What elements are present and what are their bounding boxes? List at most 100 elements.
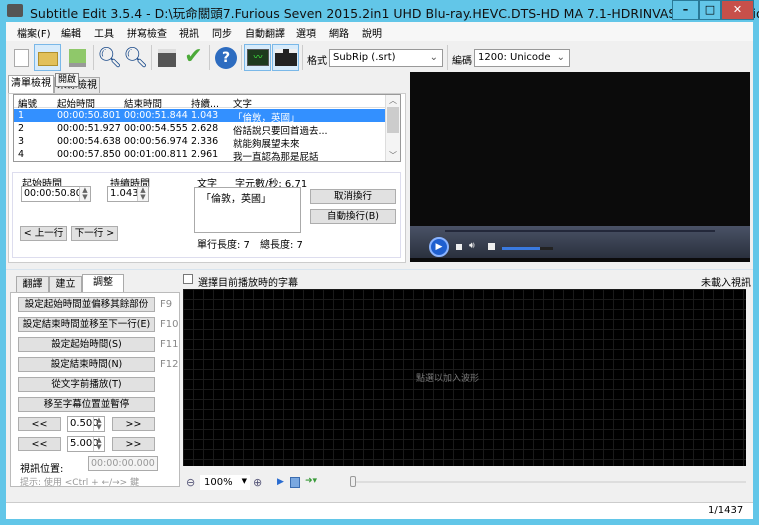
title-bar: Subtitle Edit 3.5.4 - D:\玩命關頭7.Furious S… <box>0 0 759 22</box>
subtitle-text-input[interactable]: 「倫敦，英國」 <box>194 187 301 233</box>
cell-text: 我一直認為那是屁話 <box>233 152 319 163</box>
visual-sync-icon[interactable] <box>153 44 180 71</box>
tab-adjust[interactable]: 調整 <box>82 274 124 293</box>
open-folder-icon[interactable] <box>34 44 61 71</box>
menu-tools[interactable]: 工具 <box>94 25 114 40</box>
waveform-placeholder: 點選以加入波形 <box>416 374 480 384</box>
col-end[interactable]: 結束時間 <box>124 96 162 110</box>
col-text[interactable]: 文字 <box>233 96 252 110</box>
single-line-length: 單行長度: 7 <box>197 240 250 251</box>
cell-duration: 2.628 <box>191 123 219 134</box>
cell-end: 00:01:00.811 <box>124 149 188 160</box>
video-seek-bar[interactable] <box>445 230 715 232</box>
splitter[interactable] <box>6 269 753 270</box>
waveform-position-slider[interactable] <box>355 481 746 483</box>
maximize-button[interactable]: □ <box>699 0 721 20</box>
zoom-out-icon[interactable]: ⊖ <box>186 476 195 489</box>
slider-thumb[interactable] <box>350 476 356 487</box>
help-icon[interactable]: ? <box>212 44 239 71</box>
set-end-button[interactable]: 設定結束時間(N) <box>18 357 155 372</box>
video-toggle-icon[interactable] <box>272 44 299 71</box>
minimize-button[interactable]: – <box>672 0 699 20</box>
cell-duration: 2.336 <box>191 136 219 147</box>
tab-create[interactable]: 建立 <box>49 276 82 293</box>
encoding-select[interactable]: 1200: Unicode ⌄ <box>474 49 570 67</box>
zoom-select[interactable]: 100% ▼ <box>200 475 250 490</box>
replace-icon[interactable]: 🔍︎ <box>122 44 149 71</box>
set-start-button[interactable]: 設定起始時間(S) <box>18 337 155 352</box>
col-duration[interactable]: 持續... <box>191 96 219 110</box>
list-header: 編號 起始時間 結束時間 持續... 文字 <box>14 95 385 110</box>
new-file-icon[interactable] <box>8 44 35 71</box>
cell-number: 3 <box>18 136 25 147</box>
previous-line-button[interactable]: < 上一行 <box>20 226 67 241</box>
total-length: 總長度: 7 <box>260 240 303 251</box>
fullscreen-icon[interactable] <box>488 243 495 250</box>
large-step-spinner[interactable]: ▲ ▼ <box>93 437 104 451</box>
find-icon[interactable]: 🔍︎ <box>96 44 123 71</box>
duration-spinner[interactable]: ▲ ▼ <box>137 187 148 201</box>
next-line-button[interactable]: 下一行 > <box>71 226 118 241</box>
cell-end: 00:00:54.555 <box>124 123 188 134</box>
menu-help[interactable]: 說明 <box>362 25 382 40</box>
chevron-down-icon: ▼ <box>241 477 247 485</box>
set-end-next-button[interactable]: 設定結束時間並移至下一行(E) <box>18 317 155 332</box>
col-number[interactable]: 編號 <box>18 96 37 110</box>
cell-end: 00:00:51.844 <box>124 110 188 121</box>
play-icon[interactable]: ▶ <box>429 237 449 257</box>
volume-icon[interactable]: 🔊︎ <box>469 241 475 251</box>
menu-file[interactable]: 檔案(F) <box>17 25 51 40</box>
menu-options[interactable]: 選項 <box>296 25 316 40</box>
zoom-in-icon[interactable]: ⊕ <box>253 476 262 489</box>
waveform-toggle-icon[interactable]: 〰 <box>244 44 271 71</box>
spellcheck-icon[interactable]: ✔ <box>180 44 207 71</box>
volume-slider[interactable] <box>502 247 553 250</box>
tab-list-view[interactable]: 清單檢視 <box>8 75 54 94</box>
menu-video[interactable]: 視訊 <box>179 25 199 40</box>
start-time-spinner[interactable]: ▲ ▼ <box>79 187 90 201</box>
video-position-label: 視訊位置: <box>20 464 64 475</box>
close-button[interactable]: ✕ <box>721 0 754 20</box>
stop-icon[interactable] <box>456 244 462 250</box>
table-row[interactable]: 1 00:00:50.801 00:00:51.844 1.043 「倫敦，英國」 <box>14 109 385 124</box>
goto-subtitle-pause-button[interactable]: 移至字幕位置並暫停 <box>18 397 155 412</box>
cell-duration: 2.961 <box>191 149 219 160</box>
col-start[interactable]: 起始時間 <box>57 96 95 110</box>
download-icon[interactable] <box>63 44 90 71</box>
video-position-input[interactable]: 00:00:00.000 <box>88 456 158 471</box>
step-back-small-button[interactable]: << <box>18 417 61 431</box>
forward-icon[interactable]: ➜▾ <box>305 476 317 486</box>
cell-number: 2 <box>18 123 25 134</box>
table-row[interactable]: 2 00:00:51.927 00:00:54.555 2.628 俗話說只要回首過去.… <box>14 122 385 137</box>
menu-sync[interactable]: 同步 <box>212 25 232 40</box>
set-start-offset-button[interactable]: 設定起始時間並偏移其餘部份 <box>18 297 155 312</box>
shortcut-f12: F12 <box>160 359 179 370</box>
menu-spellcheck[interactable]: 拼寫檢查 <box>127 25 167 40</box>
follow-subtitle-checkbox[interactable] <box>183 274 193 284</box>
play-waveform-icon[interactable]: ▶ <box>277 477 284 487</box>
format-select[interactable]: SubRip (.srt) ⌄ <box>329 49 443 67</box>
table-row[interactable]: 4 00:00:57.850 00:01:00.811 2.961 我一直認為那是屁話 <box>14 148 385 163</box>
auto-break-button[interactable]: 自動換行(B) <box>310 209 396 224</box>
unbreak-button[interactable]: 取消換行 <box>310 189 396 204</box>
subtitle-text-value: 「倫敦，英國」 <box>201 194 271 205</box>
tooltip: 開啟 <box>55 73 79 87</box>
small-step-spinner[interactable]: ▲ ▼ <box>93 417 104 431</box>
menu-bar: 檔案(F) 編輯 工具 拼寫檢查 視訊 同步 自動翻譯 選項 網路 說明 <box>6 22 753 41</box>
subtitle-list[interactable]: 編號 起始時間 結束時間 持續... 文字 1 00:00:50.801 00:00… <box>13 94 401 163</box>
tab-translate[interactable]: 翻譯 <box>16 276 49 293</box>
play-from-text-button[interactable]: 從文字前播放(T) <box>18 377 155 392</box>
step-forward-large-button[interactable]: >> <box>112 437 155 451</box>
format-value: SubRip (.srt) <box>333 52 396 63</box>
list-scrollbar[interactable]: ︿ ﹀ <box>385 95 400 161</box>
frames-icon[interactable] <box>290 477 300 488</box>
cell-start: 00:00:57.850 <box>57 149 121 160</box>
step-back-large-button[interactable]: << <box>18 437 61 451</box>
menu-network[interactable]: 網路 <box>329 25 349 40</box>
menu-auto-translate[interactable]: 自動翻譯 <box>245 25 285 40</box>
line-position: 1/1437 <box>708 505 744 516</box>
toolbar-separator <box>447 45 448 70</box>
step-forward-small-button[interactable]: >> <box>112 417 155 431</box>
menu-edit[interactable]: 編輯 <box>61 25 81 40</box>
table-row[interactable]: 3 00:00:54.638 00:00:56.974 2.336 就能夠展望未來 <box>14 135 385 150</box>
